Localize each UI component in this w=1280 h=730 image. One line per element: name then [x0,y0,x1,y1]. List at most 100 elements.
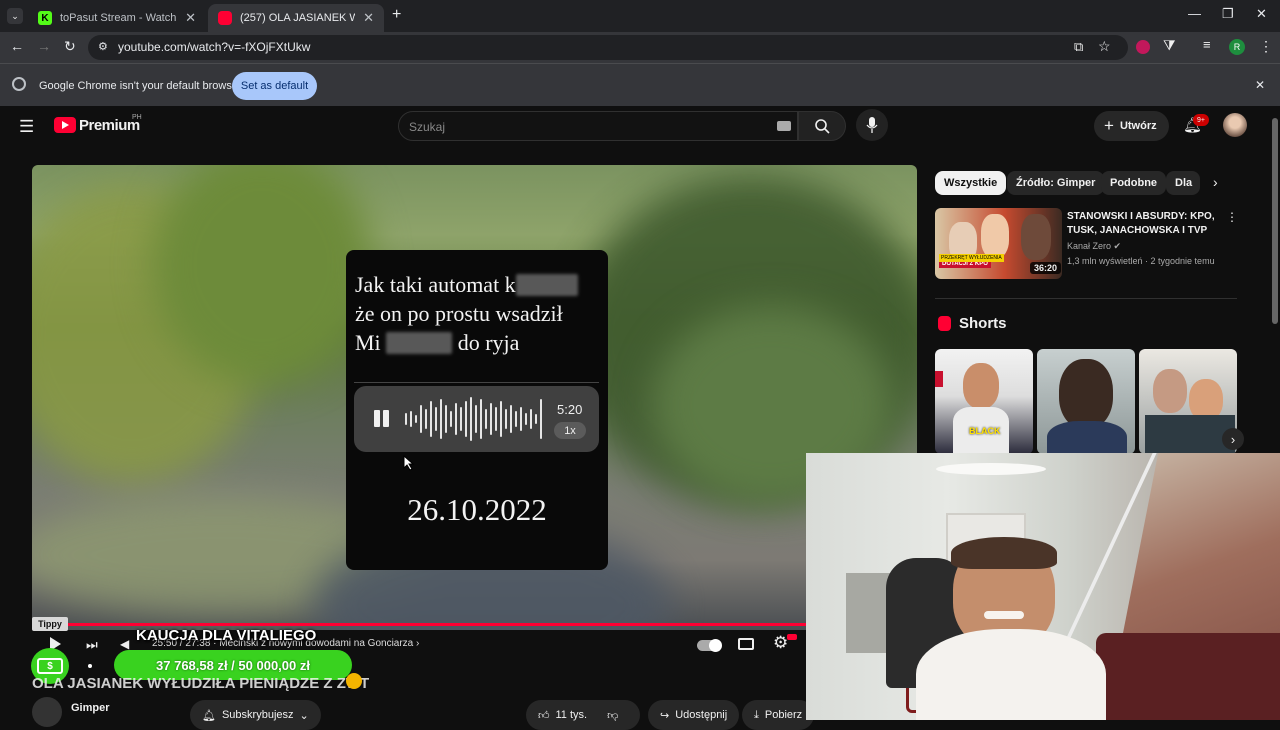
short-thumbnail[interactable] [1037,349,1135,454]
share-button[interactable]: ↪ Udostępnij [648,700,740,730]
youtube-logo-icon[interactable] [54,117,76,133]
chrome-menu-icon[interactable]: ⋮ [1259,38,1273,55]
youtube-header: ☰ Premium PH Szukaj + Utwórz 🔔︎ 9+ [0,106,1280,146]
media-control-icon[interactable]: ≡ [1203,37,1211,52]
channel-name: Kanał Zero [1067,241,1112,251]
minimize-icon[interactable]: — [1188,6,1201,21]
sofa [1096,633,1280,720]
short-thumbnail[interactable]: BLACK [935,349,1033,454]
video-duration: 36:20 [1030,262,1062,274]
back-icon[interactable]: ← [10,38,24,54]
close-tab-icon[interactable]: ✕ [363,10,374,26]
voice-duration: 5:20 [557,402,583,417]
region-code: PH [132,114,142,121]
recommended-thumbnail[interactable]: DOTACJI Z KPO PRZEKRĘT WYŁUDZENIA 36:20 [935,208,1062,279]
notification-badge: 9+ [1193,114,1209,126]
tab-title: (257) OLA JASIANEK WYŁUDZIŁ [240,12,356,24]
search-icon [815,119,830,134]
search-button[interactable] [798,111,846,141]
voice-speed: 1x [554,422,586,439]
short-caption: BLACK [969,426,1001,436]
search-input[interactable]: Szukaj [398,111,798,141]
forward-icon[interactable]: → [37,38,51,54]
autoplay-toggle[interactable] [697,639,722,652]
search-placeholder: Szukaj [409,120,446,134]
pause-icon [374,410,380,427]
subscribe-button[interactable]: 🔔︎ Subskrybujesz ⌄ [190,700,321,730]
message-card: Jak taki automat k że on po prostu wsadz… [346,250,608,570]
emoji-icon [346,673,362,689]
video-title: OLA JASIANEK WYŁUDZIŁA PIENIĄDZE Z ZWT [32,675,370,692]
video-progress-bar[interactable] [32,623,807,626]
restore-icon[interactable]: ❐ [1222,6,1234,22]
create-label: Utwórz [1119,120,1157,132]
hamburger-menu-icon[interactable]: ☰ [19,117,34,137]
close-tab-icon[interactable]: ✕ [185,10,196,26]
tab-youtube-video[interactable]: (257) OLA JASIANEK WYŁUDZIŁ ✕ [208,4,384,32]
voice-search-button[interactable] [856,109,888,141]
tab-kick-stream[interactable]: K toPasut Stream - Watch Live on ✕ [28,4,206,32]
create-button[interactable]: + Utwórz [1094,111,1169,141]
quote-line-3a: Mi [355,330,381,355]
tab-search-button[interactable]: ⌄ [7,8,23,24]
extension-icon[interactable] [1136,40,1150,54]
url-text[interactable]: youtube.com/watch?v=-fXOjFXtUkw [118,40,310,54]
profile-avatar[interactable]: R [1229,39,1245,55]
quote-line-1: Jak taki automat k [355,272,516,297]
channel-avatar[interactable] [32,697,62,727]
reload-icon[interactable]: ↻ [64,38,76,55]
download-label: Pobierz [764,709,803,721]
hd-badge [787,634,797,640]
more-options-icon[interactable]: ⋮ [1226,210,1238,224]
browser-toolbar: ← → ↻ ⚙ youtube.com/watch?v=-fXOjFXtUkw … [0,32,1280,63]
tippy-label: Tippy [32,617,68,631]
youtube-premium-logo[interactable]: Premium [79,117,140,134]
youtube-favicon-icon [218,11,232,25]
verified-icon: ✔ [1113,241,1122,251]
next-video-icon[interactable]: ⏭ [86,637,98,653]
streamer-shirt [916,629,1106,720]
recommended-title[interactable]: STANOWSKI I ABSURDY: KPO, TUSK, JANACHOW… [1067,210,1217,238]
like-button[interactable]: 👍︎ 11 tys. 👎︎ [526,700,640,730]
keyboard-icon[interactable] [777,121,791,131]
page-scrollbar[interactable] [1272,118,1278,324]
goal-title: KAUCJA DLA VITALIEGO [136,627,317,644]
new-tab-icon[interactable]: + [392,6,401,24]
webcam-overlay [806,453,1280,720]
install-app-icon[interactable]: ⧉ [1074,39,1083,55]
redaction-blur [386,332,453,354]
default-browser-infobar: Google Chrome isn't your default browser… [0,63,1280,106]
tab-title: toPasut Stream - Watch Live on [60,12,177,24]
chevron-right-icon[interactable]: › [1213,174,1218,190]
message-date: 26.10.2022 [407,492,547,527]
address-bar[interactable]: ⚙ youtube.com/watch?v=-fXOjFXtUkw ⧉ ☆ [88,35,1128,60]
ceiling-light [936,463,1046,475]
like-count: 11 tys. [555,709,588,721]
share-label: Udostępnij [675,709,728,721]
kick-favicon-icon: K [38,11,52,25]
account-avatar[interactable] [1223,113,1247,137]
volume-icon[interactable]: ◀ [120,637,129,651]
shorts-logo-icon [938,316,951,331]
browser-tab-bar: ⌄ K toPasut Stream - Watch Live on ✕ (25… [0,0,1280,32]
microphone-icon [866,117,878,133]
chip-source-gimper[interactable]: Źródło: Gimper [1007,171,1105,195]
voice-message: 5:20 1x [354,386,599,452]
channel-name[interactable]: Gimper [71,702,110,714]
plus-icon: + [1104,116,1114,135]
chip-all[interactable]: Wszystkie [935,171,1007,195]
chip-related[interactable]: Podobne [1101,171,1167,195]
chip-for-you[interactable]: Dla [1166,171,1200,195]
site-info-icon[interactable]: ⚙ [98,40,108,53]
recommended-meta: 1,3 mln wyświetleń · 2 tygodnie temu [1067,256,1215,266]
bookmark-star-icon[interactable]: ☆ [1098,38,1111,55]
extensions-puzzle-icon[interactable]: ⧩ [1163,37,1176,54]
subtitles-icon[interactable] [738,638,754,650]
shorts-next-arrow-icon[interactable]: › [1222,428,1244,450]
close-window-icon[interactable]: ✕ [1256,6,1267,22]
recommended-channel[interactable]: Kanał Zero ✔ [1067,241,1121,252]
close-infobar-icon[interactable]: ✕ [1255,78,1265,92]
set-default-button[interactable]: Set as default [232,72,317,100]
download-button[interactable]: ⤓ Pobierz [742,700,815,730]
settings-gear-icon[interactable]: ⚙ [773,633,788,653]
